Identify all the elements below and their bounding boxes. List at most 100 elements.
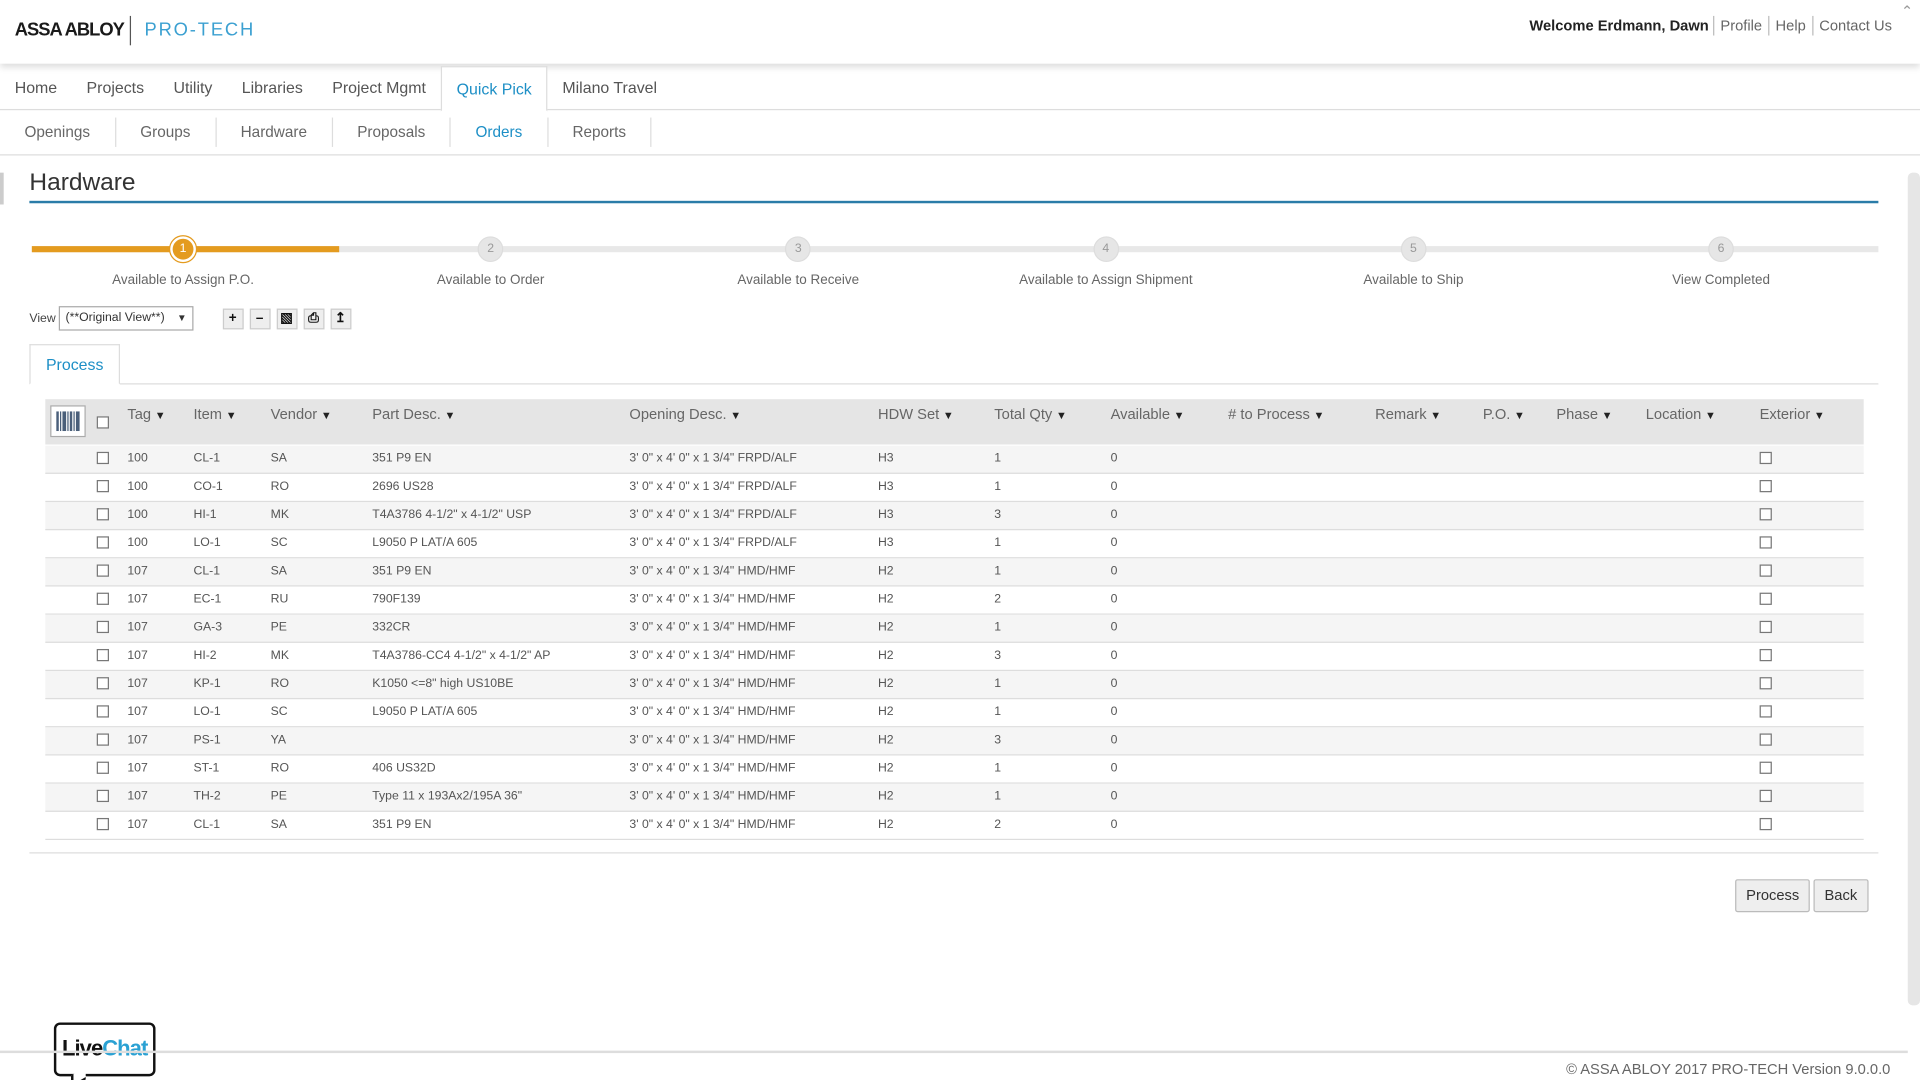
row-checkbox[interactable]	[96, 587, 109, 614]
table-row[interactable]: 107 TH-2 PE Type 11 x 193Ax2/195A 36" 3' 0" …	[45, 783, 1864, 812]
row-checkbox[interactable]	[96, 643, 109, 670]
select-all-checkbox[interactable]	[96, 407, 109, 436]
process-button[interactable]: Process	[1735, 879, 1811, 913]
row-checkbox[interactable]	[96, 502, 109, 529]
sort-arrow-icon[interactable]: ▼	[1056, 409, 1067, 421]
add-icon[interactable]: +	[222, 307, 244, 329]
view-select[interactable]: (**Original View**) ▼	[58, 306, 193, 331]
sort-arrow-icon[interactable]: ▼	[730, 409, 741, 421]
table-row[interactable]: 107 KP-1 RO K1050 <=8" high US10BE 3' 0" x 4…	[45, 671, 1864, 700]
wizard-step-4[interactable]: 4 Available to Assign Shipment	[952, 233, 1259, 288]
nav-utility[interactable]: Utility	[159, 66, 227, 110]
exterior-checkbox[interactable]	[1759, 727, 1772, 754]
col-header-p-o[interactable]: P.O. ▼	[1483, 399, 1525, 430]
row-checkbox[interactable]	[96, 756, 109, 783]
col-header-opening-desc[interactable]: Opening Desc. ▼	[629, 399, 741, 430]
col-header-tag[interactable]: Tag ▼	[127, 399, 165, 430]
row-checkbox[interactable]	[96, 530, 109, 557]
contact-us-link[interactable]: Contact Us	[1811, 15, 1898, 36]
table-row[interactable]: 107 GA-3 PE 332CR 3' 0" x 4' 0" x 1 3/4" HMD…	[45, 614, 1864, 643]
wizard-step-1[interactable]: 1 Available to Assign P.O.	[29, 233, 336, 288]
nav-home[interactable]: Home	[0, 66, 72, 110]
remove-icon[interactable]: –	[249, 307, 271, 329]
tab-process[interactable]: Process	[29, 344, 121, 385]
sort-arrow-icon[interactable]: ▼	[1174, 409, 1185, 421]
row-checkbox[interactable]	[96, 671, 109, 698]
col-header-item[interactable]: Item ▼	[193, 399, 236, 430]
barcode-icon[interactable]	[50, 405, 86, 438]
table-row[interactable]: 107 LO-1 SC L9050 P LAT/A 605 3' 0" x 4' 0" …	[45, 699, 1864, 728]
profile-link[interactable]: Profile	[1713, 15, 1768, 36]
wizard-step-6[interactable]: 6 View Completed	[1567, 233, 1874, 288]
exterior-checkbox[interactable]	[1759, 502, 1772, 529]
table-row[interactable]: 100 LO-1 SC L9050 P LAT/A 605 3' 0" x 4' 0" …	[45, 530, 1864, 559]
exterior-checkbox[interactable]	[1759, 615, 1772, 642]
sort-arrow-icon[interactable]: ▼	[1514, 409, 1525, 421]
nav-milano-travel[interactable]: Milano Travel	[548, 66, 672, 110]
col-header-vendor[interactable]: Vendor ▼	[271, 399, 332, 430]
col-header-available[interactable]: Available ▼	[1111, 399, 1185, 430]
table-row[interactable]: 107 CL-1 SA 351 P9 EN 3' 0" x 4' 0" x 1 3/4"…	[45, 812, 1864, 841]
wizard-step-3[interactable]: 3 Available to Receive	[645, 233, 952, 288]
col-header-hdw-set[interactable]: HDW Set ▼	[878, 399, 954, 430]
sort-arrow-icon[interactable]: ▼	[155, 409, 166, 421]
row-checkbox[interactable]	[96, 784, 109, 811]
sort-arrow-icon[interactable]: ▼	[1705, 409, 1716, 421]
exterior-checkbox[interactable]	[1759, 446, 1772, 473]
help-link[interactable]: Help	[1768, 15, 1812, 36]
subnav-groups[interactable]: Groups	[116, 117, 217, 147]
row-checkbox[interactable]	[96, 727, 109, 754]
table-row[interactable]: 107 CL-1 SA 351 P9 EN 3' 0" x 4' 0" x 1 3/4"…	[45, 558, 1864, 587]
col-header-phase[interactable]: Phase ▼	[1556, 399, 1612, 430]
subnav-reports[interactable]: Reports	[548, 117, 652, 147]
table-row[interactable]: 107 EC-1 RU 790F139 3' 0" x 4' 0" x 1 3/4" H…	[45, 587, 1864, 615]
sort-arrow-icon[interactable]: ▼	[1314, 409, 1325, 421]
exterior-checkbox[interactable]	[1759, 756, 1772, 783]
exterior-checkbox[interactable]	[1759, 587, 1772, 614]
row-checkbox[interactable]	[96, 558, 109, 585]
table-row[interactable]: 100 CO-1 RO 2696 US28 3' 0" x 4' 0" x 1 3/4"…	[45, 474, 1864, 503]
row-checkbox[interactable]	[96, 446, 109, 473]
row-checkbox[interactable]	[96, 812, 109, 839]
row-checkbox[interactable]	[96, 615, 109, 642]
subnav-hardware[interactable]: Hardware	[216, 117, 333, 147]
sort-arrow-icon[interactable]: ▼	[943, 409, 954, 421]
print-icon[interactable]: ⎙	[303, 307, 324, 329]
exterior-checkbox[interactable]	[1759, 530, 1772, 557]
table-row[interactable]: 100 CL-1 SA 351 P9 EN 3' 0" x 4' 0" x 1 3/4"…	[45, 445, 1864, 474]
sort-arrow-icon[interactable]: ▼	[226, 409, 237, 421]
nav-projects[interactable]: Projects	[72, 66, 159, 110]
exterior-checkbox[interactable]	[1759, 784, 1772, 811]
exterior-checkbox[interactable]	[1759, 558, 1772, 585]
table-row[interactable]: 100 HI-1 MK T4A3786 4-1/2" x 4-1/2" USP 3' 0…	[45, 502, 1864, 531]
sort-arrow-icon[interactable]: ▼	[445, 409, 456, 421]
nav-quick-pick[interactable]: Quick Pick	[440, 66, 548, 112]
exterior-checkbox[interactable]	[1759, 812, 1772, 839]
wizard-step-5[interactable]: 5 Available to Ship	[1260, 233, 1567, 288]
save-icon[interactable]: ▧	[276, 307, 297, 329]
col-header-total-qty[interactable]: Total Qty ▼	[994, 399, 1067, 430]
row-checkbox[interactable]	[96, 699, 109, 726]
table-row[interactable]: 107 ST-1 RO 406 US32D 3' 0" x 4' 0" x 1 3/4"…	[45, 756, 1864, 784]
subnav-openings[interactable]: Openings	[0, 117, 116, 147]
export-icon[interactable]: ↥	[330, 307, 351, 329]
sort-arrow-icon[interactable]: ▼	[1430, 409, 1441, 421]
vertical-scrollbar[interactable]	[1907, 172, 1920, 1006]
wizard-step-2[interactable]: 2 Available to Order	[337, 233, 644, 288]
scroll-up-icon[interactable]: ⌃	[1894, 0, 1920, 24]
nav-project-mgmt[interactable]: Project Mgmt	[318, 66, 441, 110]
col-header-part-desc[interactable]: Part Desc. ▼	[372, 399, 455, 430]
row-checkbox[interactable]	[96, 474, 109, 501]
exterior-checkbox[interactable]	[1759, 643, 1772, 670]
sort-arrow-icon[interactable]: ▼	[321, 409, 332, 421]
sort-arrow-icon[interactable]: ▼	[1814, 409, 1825, 421]
back-button[interactable]: Back	[1813, 879, 1869, 913]
exterior-checkbox[interactable]	[1759, 671, 1772, 698]
nav-libraries[interactable]: Libraries	[227, 66, 317, 110]
exterior-checkbox[interactable]	[1759, 699, 1772, 726]
col-header-remark[interactable]: Remark ▼	[1375, 399, 1441, 430]
subnav-proposals[interactable]: Proposals	[333, 117, 451, 147]
subnav-orders[interactable]: Orders	[451, 117, 548, 147]
sort-arrow-icon[interactable]: ▼	[1602, 409, 1613, 421]
table-row[interactable]: 107 PS-1 YA 3' 0" x 4' 0" x 1 3/4" HMD/HMF H…	[45, 727, 1864, 756]
